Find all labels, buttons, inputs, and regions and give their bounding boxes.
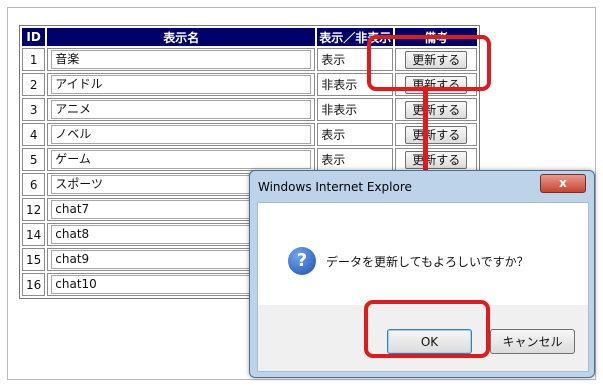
confirm-dialog: Windows Internet Explore x ? データを更新してもよろ… (249, 170, 595, 378)
visibility-cell[interactable]: 非表示 (317, 98, 394, 121)
update-button[interactable]: 更新する (405, 75, 468, 94)
update-button[interactable]: 更新する (405, 150, 468, 169)
visibility-cell[interactable]: 表示 (317, 48, 394, 71)
name-field[interactable]: アイドル (51, 75, 312, 94)
dialog-title: Windows Internet Explore (258, 180, 412, 194)
row-id: 1 (22, 48, 46, 71)
name-field[interactable]: ノベル (51, 125, 312, 144)
table-row: 1 音楽 表示 更新する (22, 48, 478, 71)
header-visibility: 表示／非表示 (317, 28, 394, 46)
ok-button[interactable]: OK (387, 329, 472, 354)
visibility-cell[interactable]: 表示 (317, 148, 394, 171)
table-header-row: ID 表示名 表示／非表示 備考 (22, 28, 478, 46)
visibility-cell[interactable]: 表示 (317, 123, 394, 146)
row-id: 5 (22, 148, 46, 171)
name-field[interactable]: ゲーム (51, 150, 312, 169)
update-button[interactable]: 更新する (405, 50, 468, 69)
question-icon: ? (288, 247, 316, 275)
update-button[interactable]: 更新する (405, 100, 468, 119)
cancel-button[interactable]: キャンセル (490, 329, 575, 354)
table-row: 2 アイドル 非表示 更新する (22, 73, 478, 96)
dialog-message: データを更新してもよろしいですか？ (326, 255, 529, 269)
name-field[interactable]: アニメ (51, 100, 312, 119)
row-id: 12 (22, 198, 46, 221)
visibility-cell[interactable]: 非表示 (317, 73, 394, 96)
row-id: 16 (22, 273, 46, 296)
header-id: ID (22, 28, 46, 46)
row-id: 15 (22, 248, 46, 271)
close-button[interactable]: x (540, 174, 586, 193)
dialog-body: ? データを更新してもよろしいですか？ (257, 202, 589, 306)
row-id: 4 (22, 123, 46, 146)
update-button[interactable]: 更新する (405, 125, 468, 144)
dialog-footer: OK キャンセル (257, 305, 589, 372)
name-field[interactable]: 音楽 (51, 50, 312, 69)
header-notes: 備考 (395, 28, 478, 46)
table-row: 4 ノベル 表示 更新する (22, 123, 478, 146)
row-id: 6 (22, 173, 46, 196)
row-id: 3 (22, 98, 46, 121)
table-row: 5 ゲーム 表示 更新する (22, 148, 478, 171)
table-row: 3 アニメ 非表示 更新する (22, 98, 478, 121)
header-name: 表示名 (47, 28, 316, 46)
row-id: 14 (22, 223, 46, 246)
row-id: 2 (22, 73, 46, 96)
